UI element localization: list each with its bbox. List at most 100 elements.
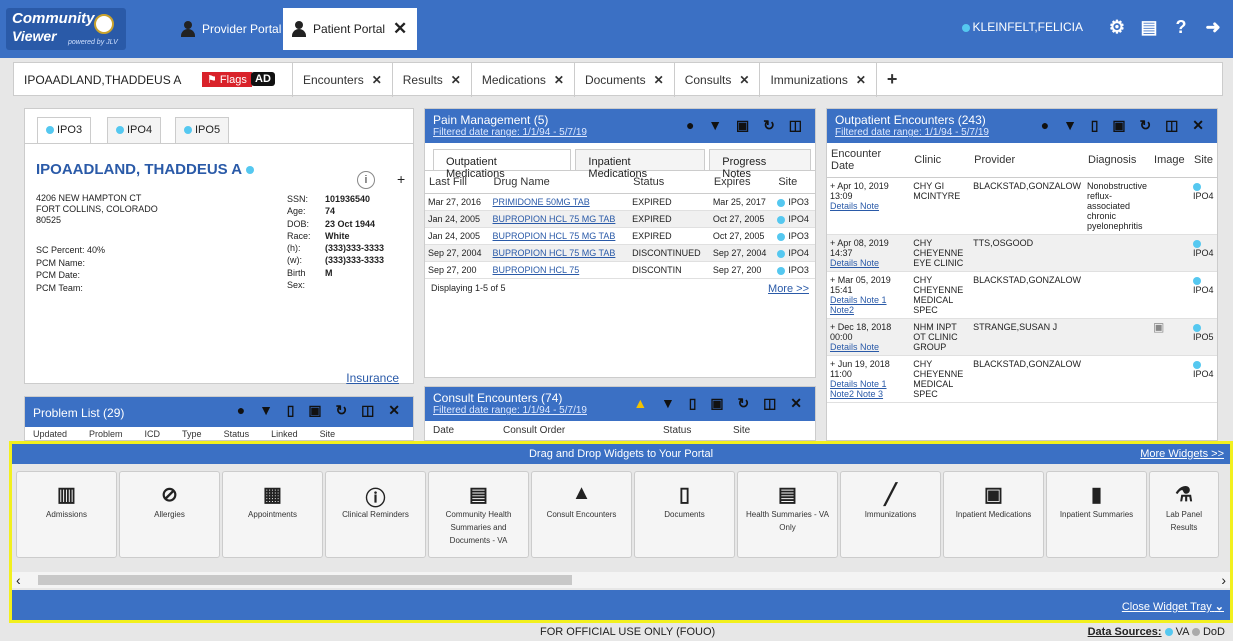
col-header[interactable]: ICD — [145, 429, 161, 439]
table-row[interactable]: Sep 27, 200 BUPROPION HCL 75 DISCONTIN S… — [425, 261, 815, 279]
widget-inpatient-medications[interactable]: ▣ Inpatient Medications — [943, 471, 1044, 558]
table-row[interactable]: + Apr 08, 2019 14:37 Details Note CHY CHE… — [827, 234, 1217, 272]
more-widgets-link[interactable]: More Widgets >> — [1140, 444, 1224, 464]
tab-documents[interactable]: Documents ✕ — [573, 63, 674, 97]
site-tab-ipo4[interactable]: IPO4 — [107, 117, 162, 143]
col-header[interactable]: Diagnosis — [1084, 143, 1151, 178]
details-note-links[interactable]: Details Note — [830, 258, 879, 268]
details-note-links[interactable]: Details Note — [830, 342, 879, 352]
site-tab-ipo3[interactable]: IPO3 — [37, 117, 92, 143]
add-icon[interactable]: + — [397, 171, 405, 187]
details-note-links[interactable]: Details Note 1 Note2 — [830, 295, 887, 315]
tab-inpatient-medications[interactable]: Inpatient Medications — [575, 149, 706, 180]
table-row[interactable]: + Dec 18, 2018 00:00 Details Note NHM INP… — [827, 318, 1217, 356]
close-icon[interactable]: ✕ — [393, 19, 407, 39]
details-note-links[interactable]: Details Note — [830, 201, 879, 211]
widget-immunizations[interactable]: ╱ Immunizations — [840, 471, 941, 558]
close-icon[interactable]: ✕ — [856, 73, 866, 87]
cell-drug-name[interactable]: BUPROPION HCL 75 — [489, 261, 630, 279]
col-header[interactable]: Site — [1190, 143, 1217, 178]
col-header[interactable]: Date — [433, 425, 503, 436]
drug-link[interactable]: BUPROPION HCL 75 — [493, 265, 580, 275]
more-link[interactable]: More >> — [768, 283, 809, 295]
insurance-link[interactable]: Insurance — [346, 371, 399, 385]
scroll-thumb[interactable] — [38, 575, 572, 585]
flags-button[interactable]: ⚑ Flags — [202, 72, 252, 87]
widget-health-summaries[interactable]: ▤ Health Summaries - VA Only — [737, 471, 838, 558]
col-header[interactable]: Clinic — [910, 143, 971, 178]
table-row[interactable]: + Jun 19, 2018 11:00 Details Note 1 Note2… — [827, 355, 1217, 403]
col-header[interactable]: Consult Order — [503, 425, 663, 436]
close-icon[interactable]: ✕ — [372, 73, 382, 87]
scroll-right-icon[interactable]: › — [1221, 572, 1226, 588]
table-row[interactable]: Jan 24, 2005 BUPROPION HCL 75 MG TAB EXP… — [425, 227, 815, 245]
widget-clinical-reminders[interactable]: ⓘ Clinical Reminders — [325, 471, 426, 558]
col-header[interactable]: Status — [224, 429, 250, 439]
table-row[interactable]: Mar 27, 2016 PRIMIDONE 50MG TAB EXPIRED … — [425, 193, 815, 211]
table-row[interactable]: Sep 27, 2004 BUPROPION HCL 75 MG TAB DIS… — [425, 244, 815, 262]
widget-consult-encounters[interactable]: ▲ Consult Encounters — [531, 471, 632, 558]
drug-link[interactable]: BUPROPION HCL 75 MG TAB — [493, 214, 616, 224]
tab-encounters[interactable]: Encounters ✕ — [292, 63, 392, 97]
tab-provider-portal[interactable]: Provider Portal — [172, 8, 289, 50]
close-icon[interactable]: ✕ — [739, 73, 749, 87]
table-row[interactable]: Jan 24, 2005 BUPROPION HCL 75 MG TAB EXP… — [425, 210, 815, 228]
close-icon[interactable]: ✕ — [554, 73, 564, 87]
col-header[interactable]: Status — [663, 425, 733, 436]
info-icon[interactable]: i — [357, 171, 375, 189]
col-header[interactable]: Site — [320, 429, 336, 439]
help-icon[interactable]: ? — [1171, 16, 1191, 38]
details-note-links[interactable]: Details Note 1 Note2 Note 3 — [830, 379, 887, 399]
tab-progress-notes[interactable]: Progress Notes — [709, 149, 811, 180]
drug-link[interactable]: BUPROPION HCL 75 MG TAB — [493, 248, 616, 258]
tab-patient-portal[interactable]: Patient Portal ✕ — [283, 8, 417, 50]
widget-toolbar-icons[interactable]: ● ▼ ▯ ▣ ↻ ◫ ✕ — [1041, 117, 1209, 134]
col-header[interactable]: Provider — [970, 143, 1085, 178]
document-icon[interactable]: ▤ — [1139, 16, 1159, 38]
tab-medications[interactable]: Medications ✕ — [470, 63, 574, 97]
scroll-left-icon[interactable]: ‹ — [16, 572, 21, 588]
col-header[interactable]: Updated — [33, 429, 67, 439]
widget-appointments[interactable]: ▦ Appointments — [222, 471, 323, 558]
table-row[interactable]: + Mar 05, 2019 15:41 Details Note 1 Note2… — [827, 271, 1217, 319]
data-sources-label[interactable]: Data Sources: — [1088, 626, 1162, 638]
drug-link[interactable]: PRIMIDONE 50MG TAB — [493, 197, 590, 207]
close-widget-tray-button[interactable]: Close Widget Tray ⌄ — [1122, 600, 1224, 613]
col-header[interactable]: Image — [1150, 143, 1191, 178]
tab-immunizations[interactable]: Immunizations ✕ — [759, 63, 875, 97]
col-header[interactable]: Linked — [271, 429, 298, 439]
tab-outpatient-medications[interactable]: Outpatient Medications — [433, 149, 572, 180]
widget-admissions[interactable]: ▥ Admissions — [16, 471, 117, 558]
problem-list-columns: Updated Problem ICD Type Status Linked S… — [25, 427, 413, 440]
col-header[interactable]: Encounter Date — [827, 143, 911, 178]
table-row[interactable]: + Apr 10, 2019 13:09 Details Note CHY GI … — [827, 177, 1217, 235]
add-tab-button[interactable]: + — [875, 63, 908, 97]
widget-documents[interactable]: ▯ Documents — [634, 471, 735, 558]
horizontal-scrollbar[interactable]: ‹ › — [12, 572, 1230, 588]
cell-drug-name[interactable]: BUPROPION HCL 75 MG TAB — [489, 244, 630, 262]
cell-drug-name[interactable]: BUPROPION HCL 75 MG TAB — [489, 210, 630, 228]
gear-icon[interactable]: ⚙ — [1107, 16, 1127, 38]
site-tab-ipo5[interactable]: IPO5 — [175, 117, 230, 143]
widget-toolbar-icons[interactable]: ● ▼ ▣ ↻ ◫ — [686, 117, 807, 134]
drug-link[interactable]: BUPROPION HCL 75 MG TAB — [493, 231, 616, 241]
widget-toolbar-icons[interactable]: ▲ ▼ ▯ ▣ ↻ ◫ ✕ — [633, 395, 807, 412]
logout-icon[interactable]: ➜ — [1203, 16, 1223, 38]
tab-results[interactable]: Results ✕ — [391, 63, 471, 97]
tab-consults[interactable]: Consults ✕ — [673, 63, 760, 97]
col-header[interactable]: Site — [733, 425, 750, 436]
cell-drug-name[interactable]: PRIMIDONE 50MG TAB — [489, 193, 630, 211]
col-header[interactable]: Type — [182, 429, 202, 439]
close-icon[interactable]: ✕ — [654, 73, 664, 87]
col-header[interactable]: Site — [774, 171, 815, 194]
widget-lab-panel-results[interactable]: ⚗ Lab Panel Results — [1149, 471, 1219, 558]
widget-allergies[interactable]: ⊘ Allergies — [119, 471, 220, 558]
advance-directive-badge[interactable]: AD — [251, 72, 275, 86]
widget-toolbar-icons[interactable]: ● ▼ ▯ ▣ ↻ ◫ ✕ — [237, 402, 405, 419]
close-icon[interactable]: ✕ — [451, 73, 461, 87]
widget-inpatient-summaries[interactable]: ▮ Inpatient Summaries — [1046, 471, 1147, 558]
col-header[interactable]: Problem — [89, 429, 123, 439]
widget-community-health-summaries[interactable]: ▤ Community Health Summaries and Document… — [428, 471, 529, 558]
camera-icon[interactable]: ▣ — [1153, 320, 1164, 334]
cell-drug-name[interactable]: BUPROPION HCL 75 MG TAB — [489, 227, 630, 245]
